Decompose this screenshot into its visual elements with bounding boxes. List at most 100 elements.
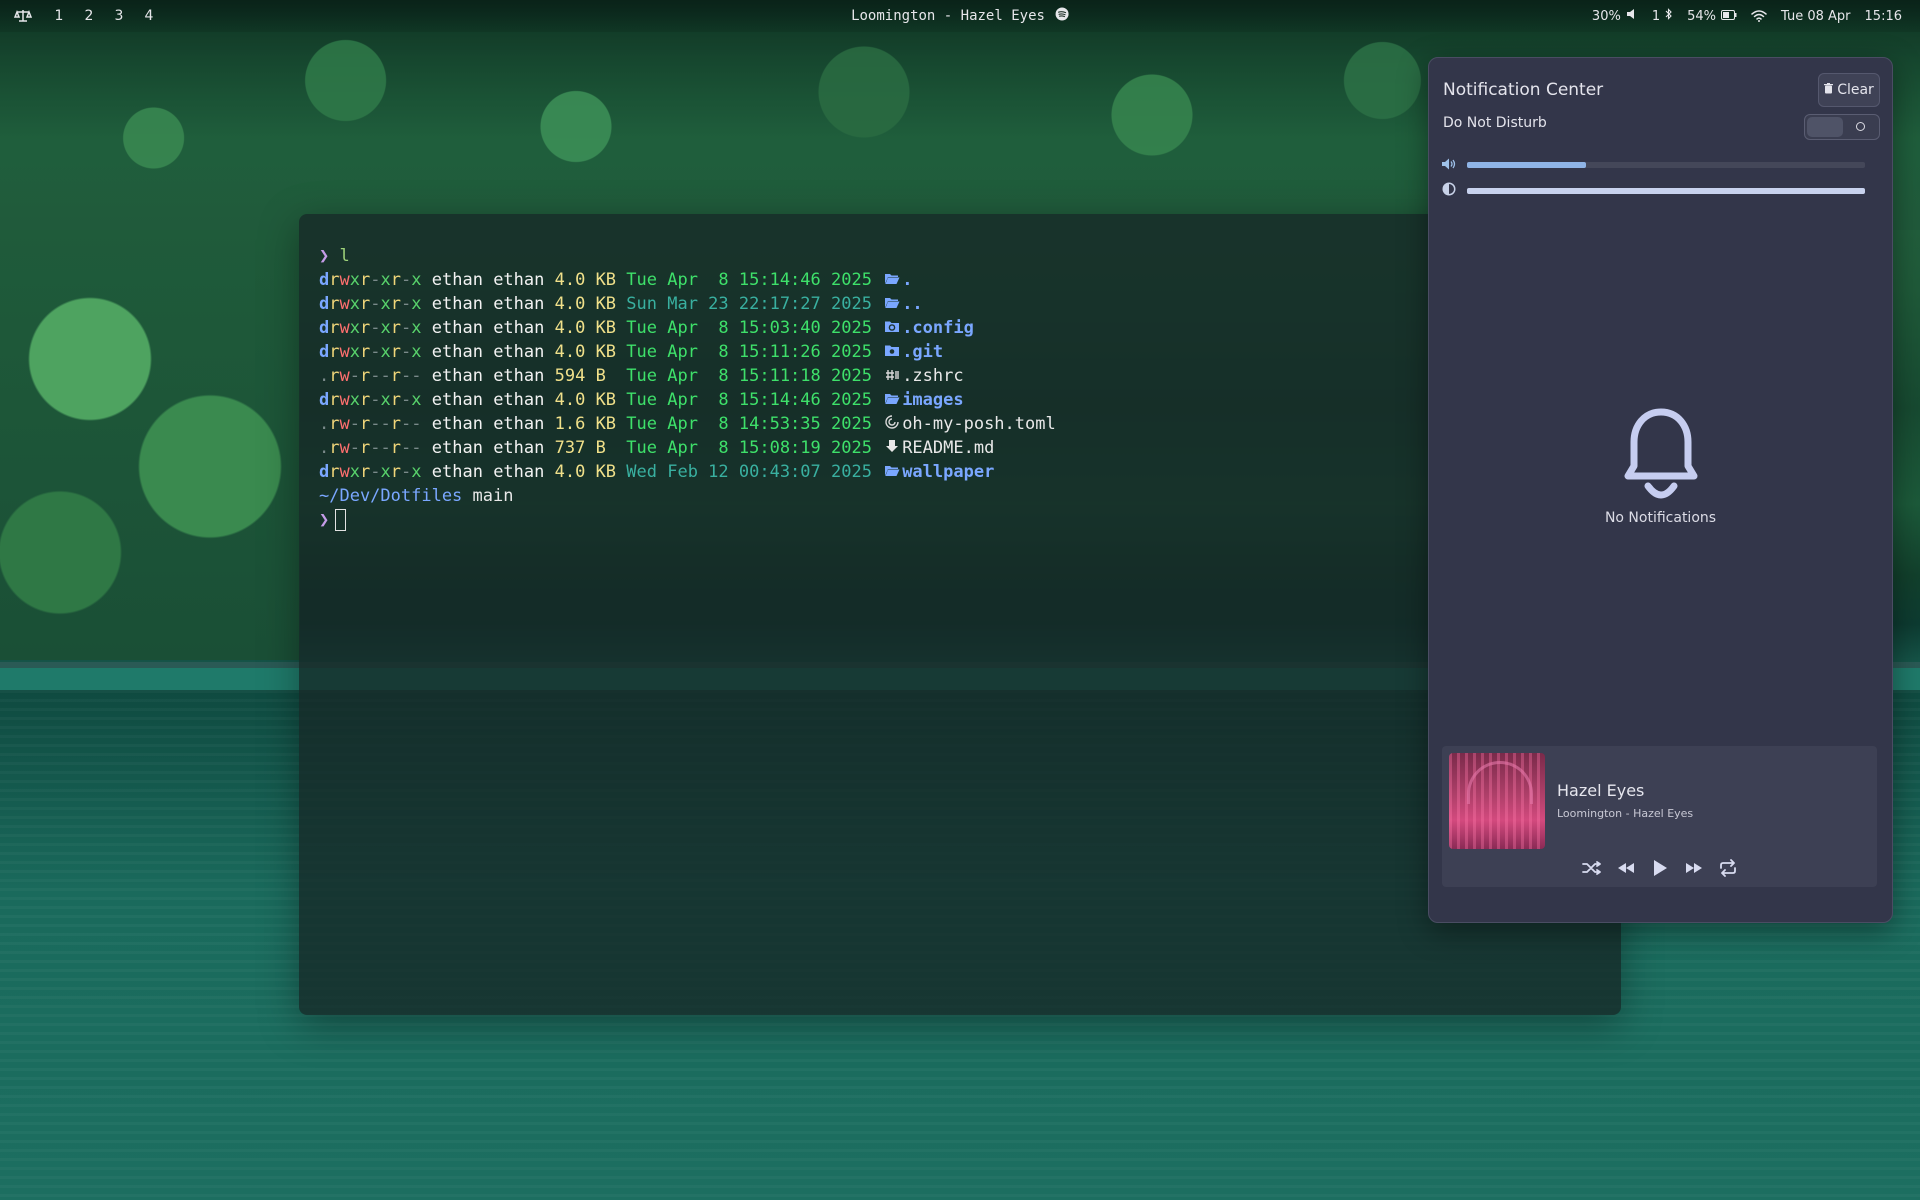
workspace-2[interactable]: 2 xyxy=(74,8,104,24)
shuffle-icon[interactable] xyxy=(1581,858,1602,878)
perm-bit: w xyxy=(339,270,350,290)
perm-bit: - xyxy=(401,438,412,458)
volume-indicator[interactable]: 30% xyxy=(1592,8,1638,24)
perm-bit: - xyxy=(411,366,422,386)
date-display[interactable]: Tue 08 Apr xyxy=(1781,9,1851,24)
perm-type: d xyxy=(319,342,330,362)
perm-bit: x xyxy=(349,462,360,482)
file-name: .config xyxy=(902,318,974,338)
perm-bit: w xyxy=(339,462,350,482)
modified-date: Wed Feb 12 00:43:07 2025 xyxy=(626,462,872,482)
file-size: 594 B xyxy=(554,366,617,386)
owner-group: ethan xyxy=(493,438,545,458)
perm-bit: r xyxy=(360,270,371,290)
file-size: 737 B xyxy=(554,438,617,458)
perm-bit: x xyxy=(380,318,391,338)
now-playing[interactable]: Loomington - Hazel Eyes xyxy=(851,7,1069,25)
play-icon[interactable] xyxy=(1650,858,1670,878)
perm-bit: x xyxy=(380,342,391,362)
owner-group: ethan xyxy=(493,342,545,362)
brightness-slider[interactable] xyxy=(1467,188,1865,194)
perm-bit: - xyxy=(401,270,412,290)
file-entry: drwxr-xr-x ethan ethan 4.0 KB Tue Apr 8 … xyxy=(319,388,1056,412)
terminal-output: ❯ l drwxr-xr-x ethan ethan 4.0 KB Tue Ap… xyxy=(319,244,1056,532)
perm-type: d xyxy=(319,270,330,290)
time-display[interactable]: 15:16 xyxy=(1865,9,1902,24)
perm-bit: - xyxy=(401,294,412,314)
perm-bit: r xyxy=(360,414,371,434)
dnd-toggle[interactable] xyxy=(1804,114,1880,140)
perm-bit: x xyxy=(411,270,422,290)
owner-user: ethan xyxy=(431,318,483,338)
owner-group: ethan xyxy=(493,414,545,434)
command-line: ❯ l xyxy=(319,244,1056,268)
file-name: images xyxy=(902,390,964,410)
toggle-knob xyxy=(1807,117,1843,137)
brightness-slider-row xyxy=(1441,182,1881,200)
perm-bit: - xyxy=(380,414,391,434)
clear-button[interactable]: Clear xyxy=(1818,73,1880,107)
owner-user: ethan xyxy=(431,390,483,410)
perm-bit: r xyxy=(329,390,340,410)
workspace-1[interactable]: 1 xyxy=(44,8,74,24)
speaker-icon xyxy=(1441,156,1457,175)
notification-center: Notification Center Clear Do Not Disturb xyxy=(1428,57,1893,923)
owner-group: ethan xyxy=(493,366,545,386)
bell-icon xyxy=(1429,408,1892,504)
file-entry: drwxr-xr-x ethan ethan 4.0 KB Tue Apr 8 … xyxy=(319,268,1056,292)
volume-slider-row xyxy=(1441,156,1881,174)
workspace-3[interactable]: 3 xyxy=(104,8,134,24)
perm-bit: - xyxy=(370,390,381,410)
perm-bit: - xyxy=(411,414,422,434)
owner-user: ethan xyxy=(431,414,483,434)
workspace-4[interactable]: 4 xyxy=(134,8,164,24)
scales-icon[interactable] xyxy=(14,8,34,24)
modified-date: Tue Apr 8 15:11:26 2025 xyxy=(626,342,872,362)
perm-bit: - xyxy=(401,390,412,410)
bluetooth-indicator[interactable]: 1 xyxy=(1652,8,1673,24)
empty-state: No Notifications xyxy=(1429,408,1892,526)
wifi-icon[interactable] xyxy=(1751,10,1767,22)
repeat-icon[interactable] xyxy=(1718,858,1738,878)
perm-bit: x xyxy=(380,270,391,290)
perm-bit: w xyxy=(339,318,350,338)
folder-open-icon xyxy=(882,268,902,292)
perm-bit: - xyxy=(401,318,412,338)
file-name: README.md xyxy=(902,438,995,458)
battery-indicator[interactable]: 54% xyxy=(1687,9,1737,24)
perm-type: . xyxy=(319,366,330,386)
bluetooth-count: 1 xyxy=(1651,8,1661,24)
toml-file-icon xyxy=(882,412,902,436)
track-title: Hazel Eyes xyxy=(1557,781,1645,800)
terminal-window[interactable]: ❯ l drwxr-xr-x ethan ethan 4.0 KB Tue Ap… xyxy=(299,214,1621,1015)
volume-slider[interactable] xyxy=(1467,162,1865,168)
battery-value: 54% xyxy=(1687,8,1717,24)
next-icon[interactable] xyxy=(1684,858,1704,878)
perm-bit: - xyxy=(401,462,412,482)
previous-icon[interactable] xyxy=(1616,858,1636,878)
perm-type: . xyxy=(319,414,330,434)
file-entry: .rw-r--r-- ethan ethan 737 B Tue Apr 8 1… xyxy=(319,436,1056,460)
perm-bit: - xyxy=(401,414,412,434)
owner-user: ethan xyxy=(431,462,483,482)
perm-bit: - xyxy=(349,414,360,434)
perm-bit: r xyxy=(390,342,401,362)
perm-bit: w xyxy=(339,294,350,314)
perm-bit: x xyxy=(349,318,360,338)
input-line[interactable]: ❯ xyxy=(319,508,1056,532)
file-entry: drwxr-xr-x ethan ethan 4.0 KB Tue Apr 8 … xyxy=(319,316,1056,340)
